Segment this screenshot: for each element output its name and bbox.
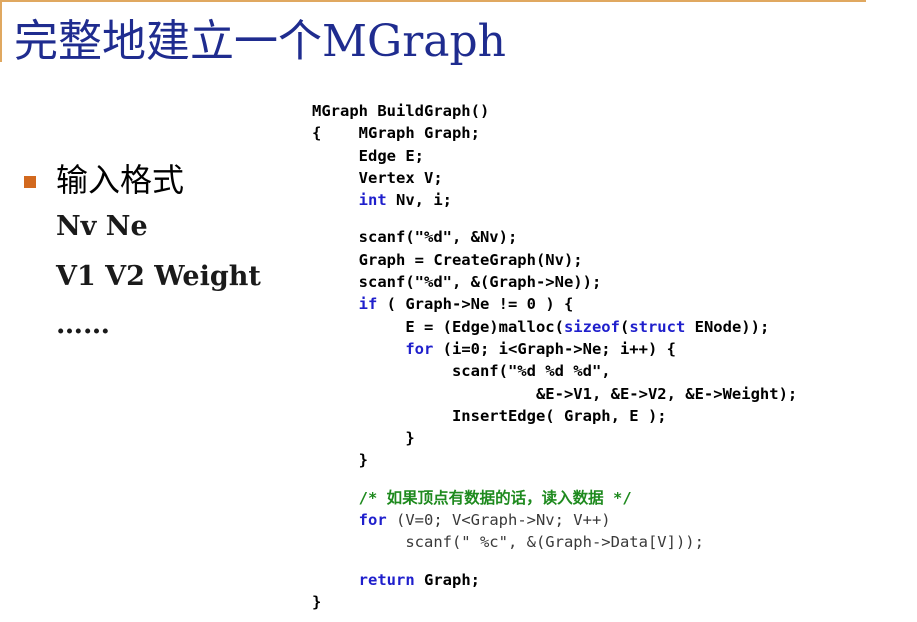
code-line: MGraph BuildGraph() <box>312 100 797 122</box>
code-line: } <box>312 427 797 449</box>
bullet-label: 输入格式 <box>56 161 185 199</box>
code-text: scanf("%d", &Nv); <box>312 228 518 247</box>
code-line: Graph = CreateGraph(Nv); <box>312 249 797 271</box>
code-line: return Graph; <box>312 569 797 591</box>
code-text: ( <box>619 317 630 336</box>
code-text: } <box>312 451 368 470</box>
code-line: scanf(" %c", &(Graph->Data[V])); <box>312 531 797 553</box>
code-keyword: sizeof <box>563 317 620 336</box>
code-text: ENode)); <box>685 317 770 336</box>
code-line: Edge E; <box>312 145 797 167</box>
code-line: if ( Graph->Ne != 0 ) { <box>312 293 797 315</box>
code-text: (i=0; i<Graph->Ne; i++) { <box>433 339 676 358</box>
format-line-1: Nv Ne <box>56 211 148 242</box>
code-line: InsertEdge( Graph, E ); <box>312 405 797 427</box>
code-line: for (i=0; i<Graph->Ne; i++) { <box>312 338 797 360</box>
code-keyword: return <box>358 570 415 589</box>
code-line: /* 如果顶点有数据的话，读入数据 */ <box>312 487 797 509</box>
code-line: &E->V1, &E->V2, &E->Weight); <box>312 383 797 405</box>
code-text: scanf(" %c", &(Graph->Data[V])); <box>312 533 704 552</box>
code-text: &E->V1, &E->V2, &E->Weight); <box>312 384 798 403</box>
code-line: int Nv, i; <box>312 189 797 211</box>
bullet-square-icon <box>24 176 36 188</box>
code-text: Vertex V; <box>312 168 443 187</box>
code-text: scanf("%d", &(Graph->Ne)); <box>312 273 602 292</box>
format-line-3: …… <box>56 309 110 340</box>
code-text: Edge E; <box>312 146 424 165</box>
code-line: { MGraph Graph; <box>312 122 797 144</box>
code-text: scanf("%d %d %d", <box>312 362 611 381</box>
code-text: } <box>312 429 415 448</box>
code-line: E = (Edge)malloc(sizeof(struct ENode)); <box>312 316 797 338</box>
code-text: (V=0; V<Graph->Nv; V++) <box>386 511 611 530</box>
code-line: } <box>312 591 797 613</box>
code-keyword: for <box>358 511 387 530</box>
code-text: MGraph BuildGraph() <box>312 102 490 120</box>
code-comment: /* 如果顶点有数据的话，读入数据 */ <box>358 488 632 507</box>
code-keyword: for <box>405 339 434 358</box>
code-line: scanf("%d", &Nv); <box>312 226 797 248</box>
code-text: ( Graph->Ne != 0 ) { <box>377 295 574 314</box>
code-text: Graph; <box>414 570 480 589</box>
code-keyword: if <box>358 295 378 314</box>
slide-title: 完整地建立一个MGraph <box>14 16 506 67</box>
code-line: } <box>312 449 797 471</box>
code-line: Vertex V; <box>312 167 797 189</box>
code-text: E = (Edge)malloc( <box>312 317 564 336</box>
format-line-2: V1 V2 Weight <box>56 261 261 292</box>
code-text: } <box>312 592 322 611</box>
code-line: for (V=0; V<Graph->Nv; V++) <box>312 509 797 531</box>
code-line: scanf("%d", &(Graph->Ne)); <box>312 271 797 293</box>
code-text: Graph = CreateGraph(Nv); <box>312 250 583 269</box>
left-accent-rule <box>0 2 2 62</box>
code-line: scanf("%d %d %d", <box>312 360 797 382</box>
code-block: MGraph BuildGraph() { MGraph Graph; Edge … <box>312 100 797 613</box>
code-keyword: int <box>358 191 387 210</box>
code-text: Nv, i; <box>386 191 452 210</box>
code-text: { MGraph Graph; <box>312 124 480 143</box>
code-keyword: struct <box>629 317 686 336</box>
top-accent-rule <box>0 0 866 2</box>
code-text: InsertEdge( Graph, E ); <box>312 406 667 425</box>
